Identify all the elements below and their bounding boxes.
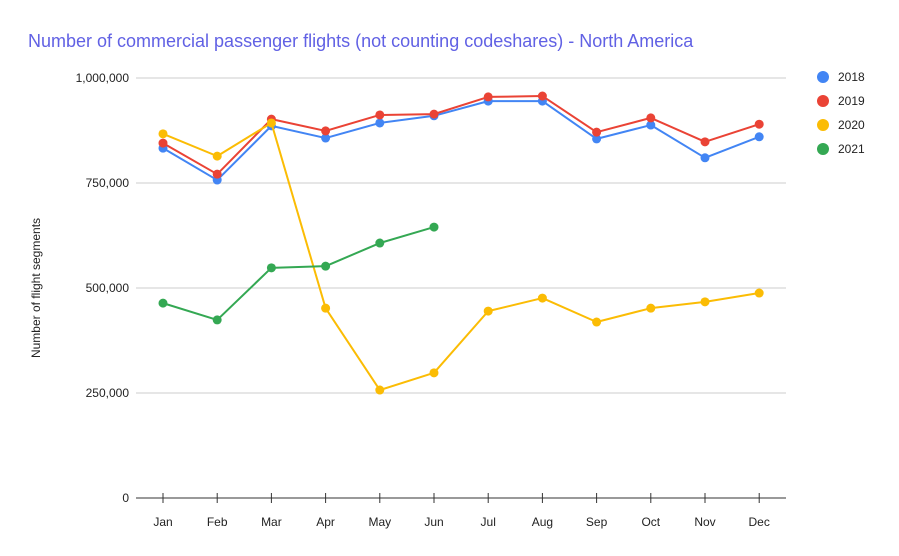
data-point[interactable] — [375, 385, 385, 395]
x-tick-label: Aug — [532, 515, 553, 529]
legend-label: 2018 — [838, 70, 865, 84]
data-point[interactable] — [158, 129, 168, 139]
legend-item-2019[interactable]: 2019 — [817, 94, 865, 108]
data-point[interactable] — [212, 151, 222, 161]
legend-marker-icon — [817, 119, 829, 131]
legend-label: 2021 — [838, 142, 865, 156]
data-point[interactable] — [537, 293, 547, 303]
x-axis: Jan Feb Mar Apr May Jun Jul Aug Sep Oct Nov Dec — [136, 493, 786, 529]
y-tick-label: 250,000 — [86, 386, 130, 400]
series-2021 — [158, 222, 439, 325]
x-tick-label: Sep — [586, 515, 608, 529]
series-line-2021 — [162, 226, 435, 321]
x-tick-label: Mar — [261, 515, 282, 529]
y-tick-label: 0 — [122, 491, 129, 505]
data-point[interactable] — [321, 126, 331, 136]
data-point[interactable] — [321, 261, 331, 271]
x-tick-label: Apr — [316, 515, 335, 529]
legend-item-2021[interactable]: 2021 — [817, 142, 865, 156]
chart-title: Number of commercial passenger flights (… — [28, 31, 694, 51]
data-point[interactable] — [266, 263, 276, 273]
y-axis-label: Number of flight segments — [29, 218, 43, 358]
data-point[interactable] — [592, 127, 602, 137]
data-point[interactable] — [158, 298, 168, 308]
data-point[interactable] — [321, 303, 331, 313]
legend-marker-icon — [817, 143, 829, 155]
series-line-2018 — [162, 100, 760, 182]
data-point[interactable] — [700, 137, 710, 147]
data-point[interactable] — [266, 118, 276, 128]
x-tick-label: Jun — [424, 515, 443, 529]
data-point[interactable] — [429, 222, 439, 232]
series-group — [158, 91, 764, 395]
y-tick-label: 1,000,000 — [76, 71, 130, 85]
x-tick-label: Oct — [641, 515, 660, 529]
gridlines — [136, 77, 786, 394]
series-line-2020 — [162, 121, 760, 392]
data-point[interactable] — [429, 368, 439, 378]
legend-marker-icon — [817, 95, 829, 107]
data-point[interactable] — [212, 315, 222, 325]
y-axis-ticks: 0 250,000 500,000 750,000 1,000,000 — [76, 71, 130, 505]
data-point[interactable] — [158, 138, 168, 148]
data-point[interactable] — [700, 153, 710, 163]
data-point[interactable] — [754, 132, 764, 142]
y-tick-label: 500,000 — [86, 281, 130, 295]
data-point[interactable] — [592, 317, 602, 327]
x-tick-label: Jul — [481, 515, 496, 529]
data-point[interactable] — [646, 303, 656, 313]
series-2019 — [158, 91, 764, 179]
x-tick-label: Nov — [694, 515, 715, 529]
line-chart: Number of commercial passenger flights (… — [28, 31, 865, 529]
x-tick-label: May — [368, 515, 391, 529]
data-point[interactable] — [212, 169, 222, 179]
data-point[interactable] — [754, 119, 764, 129]
data-point[interactable] — [375, 110, 385, 120]
data-point[interactable] — [646, 113, 656, 123]
legend-item-2020[interactable]: 2020 — [817, 118, 865, 132]
data-point[interactable] — [375, 118, 385, 128]
data-point[interactable] — [537, 91, 547, 101]
data-point[interactable] — [429, 109, 439, 119]
x-tick-label: Dec — [749, 515, 770, 529]
legend-item-2018[interactable]: 2018 — [817, 70, 865, 84]
data-point[interactable] — [483, 92, 493, 102]
legend-marker-icon — [817, 71, 829, 83]
y-tick-label: 750,000 — [86, 176, 130, 190]
data-point[interactable] — [483, 306, 493, 316]
legend-label: 2020 — [838, 118, 865, 132]
data-point[interactable] — [754, 288, 764, 298]
data-point[interactable] — [375, 238, 385, 248]
series-2020 — [158, 118, 764, 395]
legend-label: 2019 — [838, 94, 865, 108]
data-point[interactable] — [700, 297, 710, 307]
legend: 2018 2019 2020 2021 — [817, 70, 865, 156]
x-tick-label: Feb — [207, 515, 228, 529]
x-tick-label: Jan — [153, 515, 172, 529]
